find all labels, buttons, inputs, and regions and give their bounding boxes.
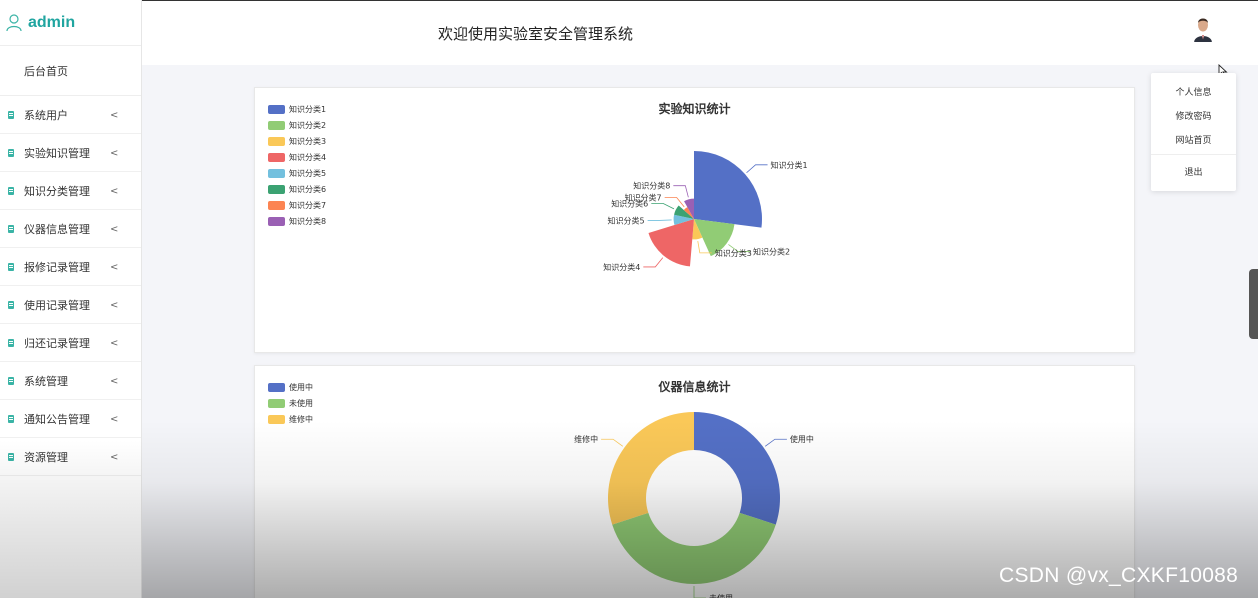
sidebar-item-label: 通知公告管理: [24, 412, 90, 426]
sidebar-item-label: 系统管理: [24, 374, 68, 388]
sidebar-item-home[interactable]: 后台首页: [0, 46, 141, 96]
menu-doc-icon: [8, 224, 14, 233]
label-leader-line: [746, 164, 768, 174]
sidebar-item[interactable]: 资源管理 <: [0, 438, 141, 476]
menu-doc-icon: [8, 262, 14, 271]
sidebar-item[interactable]: 使用记录管理 <: [0, 286, 141, 324]
sidebar-item[interactable]: 系统用户 <: [0, 96, 141, 134]
donut-slice[interactable]: [608, 412, 694, 525]
sidebar-item-label: 报修记录管理: [24, 260, 90, 274]
user-icon: [6, 13, 22, 31]
menu-divider: [1151, 154, 1236, 155]
slice-label: 未使用: [709, 593, 733, 598]
slice-label: 知识分类7: [625, 193, 662, 203]
menu-doc-icon: [8, 300, 14, 309]
top-header: 欢迎使用实验室安全管理系统: [142, 0, 1258, 65]
chevron-left-icon: <: [110, 262, 119, 273]
menu-doc-icon: [8, 452, 14, 461]
sidebar-item-label: 知识分类管理: [24, 184, 90, 198]
sidebar-item-label: 资源管理: [24, 450, 68, 464]
sidebar-item[interactable]: 通知公告管理 <: [0, 400, 141, 438]
sidebar-item[interactable]: 知识分类管理 <: [0, 172, 141, 210]
chevron-left-icon: <: [110, 452, 119, 463]
menu-item-profile[interactable]: 个人信息: [1151, 79, 1236, 103]
label-leader-line: [673, 185, 689, 198]
menu-doc-icon: [8, 186, 14, 195]
chevron-left-icon: <: [110, 186, 119, 197]
sidebar: admin 后台首页 系统用户 < 实验知识管理 < 知识分类管理 < 仪器信息管理 < 报修记…: [0, 0, 142, 598]
chevron-left-icon: <: [110, 110, 119, 121]
label-leader-line: [764, 438, 787, 447]
donut-slice[interactable]: [694, 412, 780, 525]
menu-item-site-home[interactable]: 网站首页: [1151, 127, 1236, 151]
chevron-left-icon: <: [110, 376, 119, 387]
menu-item-logout[interactable]: 退出: [1151, 159, 1236, 183]
label-leader-line: [643, 257, 664, 268]
sidebar-item[interactable]: 报修记录管理 <: [0, 248, 141, 286]
slice-label: 使用中: [790, 434, 814, 444]
label-leader-line: [651, 203, 675, 210]
slice-label: 知识分类4: [603, 262, 640, 272]
chevron-left-icon: <: [110, 224, 119, 235]
slice-label: 知识分类3: [715, 248, 752, 258]
slice-label: 知识分类2: [753, 247, 790, 257]
slice-label: 知识分类8: [633, 181, 670, 191]
knowledge-chart-card: 实验知识统计 知识分类1 知识分类2 知识分类3 知识分类4 知识分类5 知识分类6 知识分…: [254, 87, 1135, 353]
chevron-left-icon: <: [110, 338, 119, 349]
sidebar-item-label: 实验知识管理: [24, 146, 90, 160]
chevron-left-icon: <: [110, 414, 119, 425]
menu-doc-icon: [8, 338, 14, 347]
label-leader-line: [693, 586, 706, 598]
slice-label: 知识分类5: [608, 215, 645, 225]
rose-pie-chart: 知识分类1知识分类2知识分类3知识分类4知识分类5知识分类6知识分类7知识分类8: [603, 151, 808, 272]
label-leader-line: [647, 219, 672, 221]
pie-slice[interactable]: [694, 151, 762, 228]
sidebar-item-label: 归还记录管理: [24, 336, 90, 350]
menu-item-change-password[interactable]: 修改密码: [1151, 103, 1236, 127]
page-title: 欢迎使用实验室安全管理系统: [438, 25, 634, 43]
donut-slice[interactable]: [612, 512, 776, 584]
app-window: admin 后台首页 系统用户 < 实验知识管理 < 知识分类管理 < 仪器信息管理 < 报修记…: [0, 0, 1258, 598]
chevron-left-icon: <: [110, 148, 119, 159]
menu-doc-icon: [8, 110, 14, 119]
menu-doc-icon: [8, 148, 14, 157]
sidebar-item[interactable]: 实验知识管理 <: [0, 134, 141, 172]
sidebar-item[interactable]: 仪器信息管理 <: [0, 210, 141, 248]
avatar-image: [1192, 14, 1214, 42]
sidebar-item-label: 仪器信息管理: [24, 222, 90, 236]
menu-doc-icon: [8, 414, 14, 423]
sidebar-brand[interactable]: admin: [0, 0, 141, 46]
menu-doc-icon: [8, 376, 14, 385]
sidebar-item[interactable]: 归还记录管理 <: [0, 324, 141, 362]
label-leader-line: [601, 438, 624, 447]
pie-slice[interactable]: [648, 219, 694, 267]
avatar[interactable]: [1192, 14, 1214, 42]
chevron-left-icon: <: [110, 300, 119, 311]
slice-label: 知识分类1: [771, 160, 808, 170]
slice-label: 维修中: [574, 434, 598, 444]
user-dropdown-menu: 个人信息 修改密码 网站首页 退出: [1151, 73, 1236, 191]
admin-name: admin: [28, 13, 76, 31]
sidebar-item-label: 系统用户: [24, 108, 68, 122]
watermark: CSDN @vx_CXKF10088: [999, 564, 1239, 587]
sidebar-menu: 系统用户 < 实验知识管理 < 知识分类管理 < 仪器信息管理 < 报修记录管理 < 使用记录管理 <…: [0, 96, 141, 476]
sidebar-item[interactable]: 系统管理 <: [0, 362, 141, 400]
sidebar-item-label: 使用记录管理: [24, 298, 90, 312]
side-drawer-handle[interactable]: [1249, 269, 1258, 339]
